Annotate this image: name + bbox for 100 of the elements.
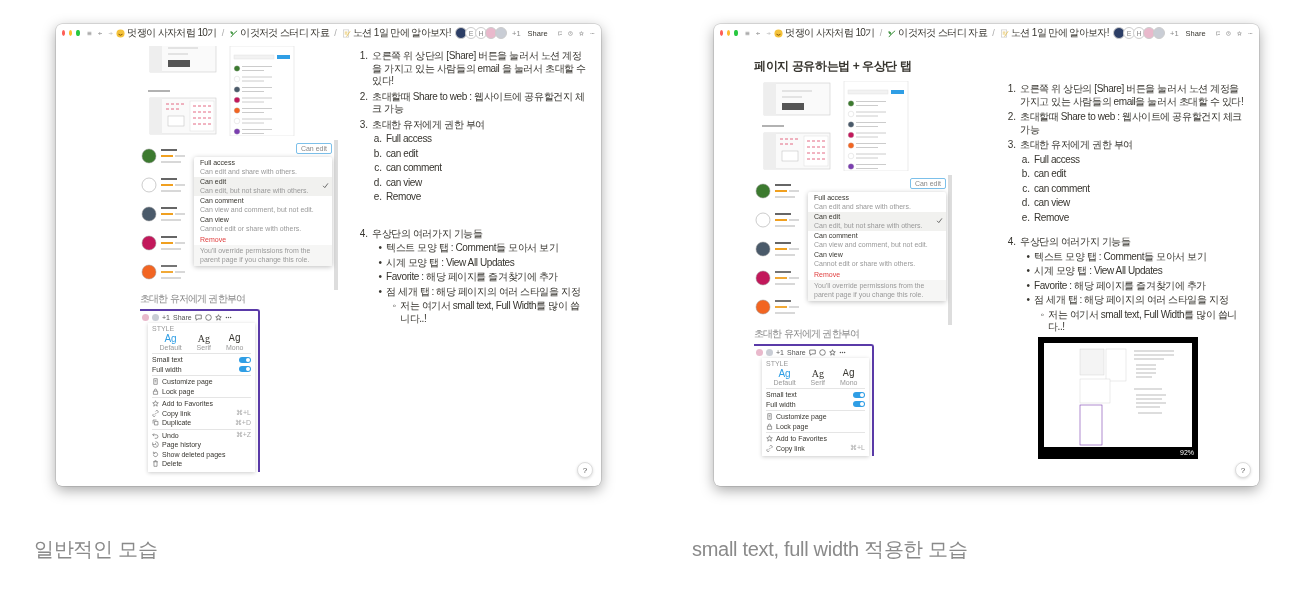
comment-icon[interactable] xyxy=(1215,28,1221,38)
link-icon xyxy=(766,444,773,452)
breadcrumb-link[interactable]: 노션 1일 만에 알아보자! xyxy=(999,26,1109,40)
list-item-text: 저는 여기서 small text, Full Width를 많이 씁니다..! xyxy=(400,300,581,325)
help-button[interactable]: ? xyxy=(1235,462,1251,478)
star-icon xyxy=(766,435,773,443)
list-item-text: 텍스트 모양 탭 : Comment들 모아서 보기 xyxy=(386,242,559,255)
list-marker: b. xyxy=(1020,168,1031,181)
screenshot-drawing xyxy=(763,132,831,170)
caption: 일반적인 모습 xyxy=(34,537,159,562)
zoom-button[interactable] xyxy=(76,30,80,36)
comment-icon xyxy=(194,313,202,321)
list-marker: 3. xyxy=(358,118,369,131)
close-button[interactable] xyxy=(720,30,724,36)
breadcrumb-separator: / xyxy=(334,28,337,38)
breadcrumb-link[interactable]: 노션 1일 만에 알아보자! xyxy=(341,26,451,40)
list-item-text: Remove xyxy=(1034,211,1069,224)
star-icon[interactable] xyxy=(579,28,585,38)
clock-icon xyxy=(204,313,212,321)
list-marker: b. xyxy=(372,147,383,160)
list-item-text: 초대한 유저에게 권한 부여 xyxy=(372,118,485,131)
list-item-text: can view xyxy=(386,176,422,189)
image-caption: 초대한 유저에게 권한부여 xyxy=(754,327,861,341)
page-heading: 페이지 공유하는법 + 우상단 탭 xyxy=(753,58,913,75)
minimize-button[interactable] xyxy=(727,30,731,36)
smiley-icon xyxy=(116,28,126,38)
list-marker: 2. xyxy=(358,90,369,104)
list-marker: • xyxy=(377,271,383,284)
list-marker: c. xyxy=(373,162,383,175)
memo-icon xyxy=(341,28,351,38)
list-item-text: can edit xyxy=(1034,168,1066,181)
trash-icon xyxy=(152,460,159,468)
toggle-switch[interactable] xyxy=(239,356,251,363)
toggle-switch[interactable] xyxy=(853,401,865,408)
comment-icon[interactable] xyxy=(557,28,563,38)
list-marker: c. xyxy=(1021,182,1031,195)
list-item-text: 텍스트 모양 탭 : Comment들 모아서 보기 xyxy=(1034,250,1207,263)
history-icon xyxy=(152,441,159,449)
minimize-button[interactable] xyxy=(69,30,73,36)
list-item-text: Remove xyxy=(386,191,421,204)
list-item-text: 저는 여기서 small text, Full Width를 많이 씁니다..! xyxy=(1048,308,1238,334)
list-item-text: 우상단의 여러가지 기능들 xyxy=(1020,236,1131,249)
zoom-button[interactable] xyxy=(734,30,738,36)
clock-icon[interactable] xyxy=(568,28,574,38)
star-icon xyxy=(214,313,222,321)
list-marker: • xyxy=(1025,294,1031,307)
undo-icon xyxy=(152,431,159,439)
list-item-text: 초대할때 Share to web : 웹사이트에 공유할건지 체크 가능 xyxy=(1020,111,1243,136)
image-caption: 초대한 유저에게 권한부여 xyxy=(140,292,247,306)
list-item-text: can comment xyxy=(386,162,442,175)
memo-icon xyxy=(999,28,1009,38)
list-marker: • xyxy=(1025,250,1031,263)
link-icon xyxy=(152,409,159,417)
list-item-text: Favorite : 해당 페이지를 즐겨찾기에 추가 xyxy=(386,271,558,284)
list-marker: e. xyxy=(1020,211,1031,224)
toggle-switch[interactable] xyxy=(853,391,865,398)
check-icon xyxy=(322,182,329,189)
list-marker: d. xyxy=(372,176,383,189)
help-button[interactable]: ? xyxy=(577,462,593,478)
list-item-text: 시계 모양 탭 : View All Updates xyxy=(1034,265,1163,278)
breadcrumb-link[interactable]: 멋쟁이 사자처럼 10기 xyxy=(116,26,217,40)
list-marker: • xyxy=(377,285,383,298)
breadcrumb-link[interactable]: 이것저것 스터디 자료 xyxy=(229,26,330,40)
close-button[interactable] xyxy=(62,30,66,36)
comment-icon xyxy=(808,348,816,356)
star-icon[interactable] xyxy=(1237,28,1243,38)
list-item-text: 점 세개 탭 : 해당 페이지의 여러 스타일을 지정 xyxy=(386,285,581,298)
restore-icon xyxy=(152,450,159,458)
breadcrumb-separator: / xyxy=(221,28,225,38)
list-marker: a. xyxy=(1020,153,1031,166)
list-marker: • xyxy=(377,242,383,255)
list-marker: ◦ xyxy=(1039,308,1045,322)
sprout-icon xyxy=(229,28,239,38)
smiley-icon xyxy=(774,28,784,38)
list-item-text: can edit xyxy=(386,147,418,160)
list-marker: 2. xyxy=(1006,111,1017,124)
list-item-text: can view xyxy=(1034,197,1070,210)
list-item-text: 시계 모양 탭 : View All Updates xyxy=(386,256,515,269)
clock-icon[interactable] xyxy=(1226,28,1232,38)
list-item-text: 초대할때 Share to web : 웹사이트에 공유할건지 체크 가능 xyxy=(372,90,586,116)
list-marker: d. xyxy=(1020,197,1031,210)
avatar[interactable] xyxy=(1113,27,1125,39)
list-marker: • xyxy=(1025,279,1031,292)
list-marker: ◦ xyxy=(391,300,397,313)
lock-icon xyxy=(152,387,159,395)
list-item-text: 우상단의 여러가지 기능들 xyxy=(372,227,483,240)
list-item-text: 오른쪽 위 상단의 [Share] 버튼을 눌러서 노션 계정을 가지고 있는 사람들의 email을 눌러서 초대할 수 있다! xyxy=(1020,83,1245,108)
list-marker: • xyxy=(1025,265,1031,278)
list-marker: 1. xyxy=(1006,83,1017,96)
breadcrumb-separator: / xyxy=(992,28,995,38)
list-item-text: 초대한 유저에게 권한 부여 xyxy=(1020,139,1133,152)
list-item-text: Full access xyxy=(386,133,432,146)
list-marker: • xyxy=(377,256,383,269)
avatar[interactable] xyxy=(455,27,467,39)
toggle-switch[interactable] xyxy=(239,366,251,373)
copy-icon xyxy=(152,419,159,427)
clock-icon xyxy=(818,348,826,356)
list-marker: 4. xyxy=(1006,236,1017,249)
breadcrumb-link[interactable]: 이것저것 스터디 자료 xyxy=(887,26,988,40)
breadcrumb-link[interactable]: 멋쟁이 사자처럼 10기 xyxy=(774,26,875,40)
